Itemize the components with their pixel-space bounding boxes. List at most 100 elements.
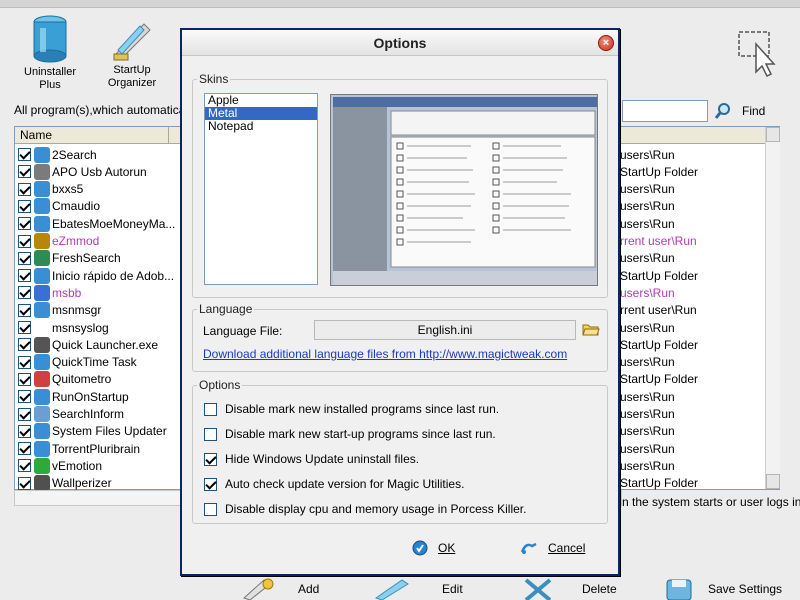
save-icon: [666, 579, 692, 600]
language-file-label: Language File:: [203, 324, 283, 338]
column-name[interactable]: Name: [20, 128, 52, 142]
row-checkbox[interactable]: [18, 338, 31, 352]
program-location: StartUp Folder: [620, 337, 699, 352]
option-checkbox[interactable]: [204, 402, 217, 416]
list-scrollbar[interactable]: [765, 127, 780, 489]
table-row[interactable]: vEmotion: [18, 457, 102, 474]
option-item[interactable]: Auto check update version for Magic Util…: [204, 476, 464, 492]
row-checkbox[interactable]: [18, 321, 31, 334]
startup-organizer-button[interactable]: StartUp Organizer: [100, 16, 164, 90]
row-checkbox[interactable]: [18, 303, 31, 317]
table-row[interactable]: Quitometro: [18, 371, 111, 388]
row-checkbox[interactable]: [18, 165, 31, 179]
add-button[interactable]: Add: [238, 578, 319, 600]
uninstaller-plus-button[interactable]: Uninstaller Plus: [16, 14, 84, 92]
program-icon: [34, 284, 50, 301]
table-row[interactable]: QuickTime Task: [18, 354, 137, 371]
option-label: Auto check update version for Magic Util…: [225, 477, 465, 491]
description-text: All program(s),which automatically: [14, 103, 197, 117]
program-name: TorrentPluribrain: [52, 441, 141, 456]
save-settings-button[interactable]: Save Settings: [664, 578, 782, 600]
table-row[interactable]: msbb: [18, 284, 81, 301]
row-checkbox[interactable]: [18, 182, 31, 196]
table-row[interactable]: Quick Launcher.exe: [18, 336, 158, 353]
row-checkbox[interactable]: [18, 459, 31, 473]
program-icon: [34, 233, 50, 249]
column-divider[interactable]: [168, 127, 169, 143]
scroll-up-button[interactable]: [766, 127, 780, 142]
table-row[interactable]: msnmsgr: [18, 302, 101, 319]
row-checkbox[interactable]: [18, 217, 31, 231]
tool-icon-right[interactable]: [736, 28, 778, 78]
table-row[interactable]: msnsyslog: [18, 319, 109, 336]
row-checkbox[interactable]: [18, 442, 31, 456]
option-item[interactable]: Disable display cpu and memory usage in …: [204, 501, 526, 517]
cancel-button[interactable]: Cancel: [520, 540, 585, 556]
option-label: Disable mark new installed programs sinc…: [225, 402, 500, 416]
program-name: FreshSearch: [52, 251, 121, 266]
delete-icon: [524, 578, 552, 600]
row-checkbox[interactable]: [18, 251, 31, 265]
option-item[interactable]: Hide Windows Update uninstall files.: [204, 451, 419, 467]
skins-list[interactable]: Apple Metal Notepad: [204, 93, 318, 285]
option-checkbox[interactable]: [204, 452, 217, 466]
scroll-down-button[interactable]: [766, 474, 780, 489]
option-checkbox[interactable]: [204, 427, 217, 441]
uninstaller-icon: [33, 15, 67, 63]
delete-button[interactable]: Delete: [520, 578, 617, 600]
table-row[interactable]: Cmaudio: [18, 198, 100, 215]
close-icon[interactable]: ×: [598, 35, 614, 51]
language-file-field[interactable]: English.ini: [314, 320, 576, 340]
table-row[interactable]: eZmmod: [18, 233, 99, 250]
edit-button[interactable]: Edit: [372, 578, 463, 600]
row-checkbox[interactable]: [18, 199, 31, 213]
select-cursor-icon: [738, 31, 776, 78]
row-checkbox[interactable]: [18, 476, 31, 490]
option-item[interactable]: Disable mark new installed programs sinc…: [204, 401, 499, 417]
table-row[interactable]: EbatesMoeMoneyMa...: [18, 215, 175, 232]
row-checkbox[interactable]: [18, 286, 31, 300]
program-location: users\Run: [620, 355, 675, 370]
table-row[interactable]: APO Usb Autorun: [18, 163, 147, 180]
row-checkbox[interactable]: [18, 407, 31, 421]
app-window: Uninstaller Plus StartUp Organizer All p…: [0, 0, 800, 600]
option-checkbox[interactable]: [204, 477, 217, 491]
option-checkbox[interactable]: [204, 502, 217, 516]
table-row[interactable]: TorrentPluribrain: [18, 440, 140, 457]
program-icon: [34, 198, 50, 215]
row-checkbox[interactable]: [18, 390, 31, 404]
ok-button[interactable]: OK: [412, 540, 455, 556]
skin-preview-image: [330, 94, 598, 286]
table-row[interactable]: Inicio rápido de Adob...: [18, 267, 174, 284]
program-icon: [34, 388, 50, 405]
table-row[interactable]: System Files Updater: [18, 423, 167, 440]
download-language-link[interactable]: Download additional language files from …: [203, 347, 567, 361]
edit-icon: [374, 579, 409, 600]
row-checkbox[interactable]: [18, 372, 31, 386]
table-row[interactable]: FreshSearch: [18, 250, 121, 267]
program-location: rrent user\Run: [620, 234, 697, 248]
row-checkbox[interactable]: [18, 424, 31, 438]
row-checkbox[interactable]: [18, 148, 31, 161]
option-item[interactable]: Disable mark new start-up programs since…: [204, 426, 496, 442]
row-checkbox[interactable]: [18, 355, 31, 369]
program-name: vEmotion: [52, 458, 103, 473]
program-name: APO Usb Autorun: [52, 164, 147, 179]
search-input[interactable]: [622, 100, 708, 122]
browse-folder-button[interactable]: [582, 321, 600, 340]
skin-preview-graphic: [331, 95, 597, 285]
table-row[interactable]: 2Search: [18, 146, 97, 163]
table-row[interactable]: bxxs5: [18, 181, 83, 198]
table-row[interactable]: SearchInform: [18, 406, 124, 423]
program-name: msnmsgr: [52, 303, 102, 318]
program-icon: [34, 146, 50, 163]
skin-item-notepad[interactable]: Notepad: [205, 120, 317, 133]
find-button[interactable]: Find: [714, 100, 794, 122]
find-label: Find: [742, 104, 766, 118]
options-dialog: Options × Skins Apple Metal Notepad Lang…: [180, 28, 620, 576]
row-checkbox[interactable]: [18, 234, 31, 248]
program-name: Quick Launcher.exe: [52, 337, 159, 352]
table-row[interactable]: RunOnStartup: [18, 388, 129, 405]
add-icon: [243, 578, 274, 600]
row-checkbox[interactable]: [18, 269, 31, 283]
